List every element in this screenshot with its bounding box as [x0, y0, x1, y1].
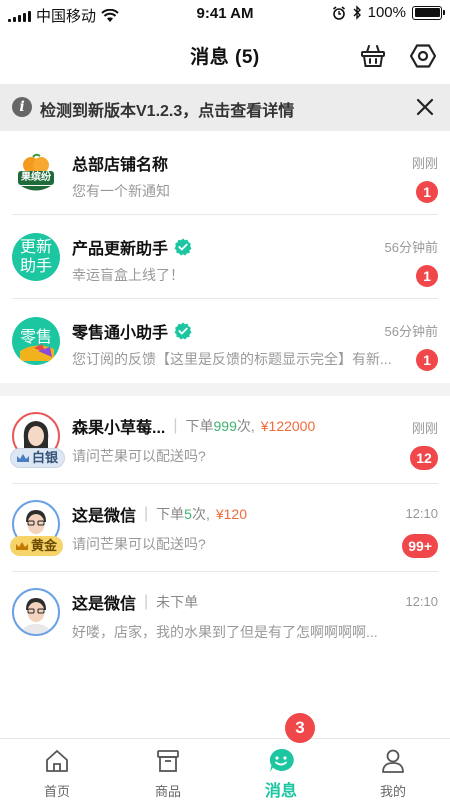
alarm-icon [332, 5, 345, 20]
tab-bar: 首页 商品 消息 我的 [0, 738, 450, 800]
crown-icon [16, 542, 28, 550]
section-divider [0, 383, 450, 396]
chat-time: 12:10 [405, 594, 438, 609]
tab-home[interactable]: 首页 [12, 747, 102, 800]
box-icon [157, 750, 179, 772]
chat-name: 森果小草莓... [72, 420, 166, 437]
row-title-text: 总部店铺名称 [72, 157, 169, 174]
settings-button[interactable] [406, 39, 440, 73]
bluetooth-icon [353, 5, 361, 20]
banner-text: 检测到新版本V1.2.3，点击查看详情 [40, 103, 295, 120]
order-suffix: 次, [191, 506, 210, 522]
unread-badge: 1 [416, 349, 438, 371]
order-prefix: 下单 [185, 418, 214, 434]
chat-message: 好喽，店家，我的水果到了但是有了怎啊啊啊啊... [72, 624, 378, 640]
crown-icon [17, 454, 29, 462]
tab-profile[interactable]: 我的 [348, 747, 438, 800]
update-assistant-avatar: 更新 助手 [12, 233, 60, 281]
order-count: 下单999次, [186, 416, 255, 436]
row-subtitle: 幸运盲盒上线了！ [72, 267, 184, 283]
row-time: 56分钟前 [384, 324, 438, 339]
row-title: 零售通小助手 [72, 319, 192, 343]
row-title: 总部店铺名称 [72, 151, 168, 175]
list-item[interactable]: 更新 助手 产品更新助手 幸运盲盒上线了！ 56分钟前 1 [0, 215, 450, 299]
unread-badge: 12 [410, 446, 438, 470]
avatar-text: 果缤纷 [21, 172, 51, 183]
male-avatar-icon [20, 598, 52, 634]
close-icon [416, 98, 434, 116]
order-count: 下单5次, [156, 504, 210, 524]
chat-name: 这是微信 [72, 596, 137, 613]
user-icon [382, 749, 404, 773]
basket-icon [361, 45, 385, 67]
unread-badge: 1 [416, 181, 438, 203]
chat-message: 请问芒果可以配送吗? [72, 448, 206, 464]
retail-assistant-avatar: 零售 [12, 317, 60, 365]
battery-percent: 100% [367, 4, 406, 21]
row-title-text: 产品更新助手 [72, 241, 169, 258]
tab-label: 首页 [43, 784, 70, 799]
row-time: 刚刚 [411, 156, 438, 171]
chat-meta: 森果小草莓... | 下单999次, ¥122000 [72, 414, 315, 438]
meta-separator: | [173, 417, 178, 434]
update-banner[interactable]: i 检测到新版本V1.2.3，点击查看详情 [0, 84, 450, 131]
basket-button[interactable] [356, 39, 390, 73]
row-time: 56分钟前 [384, 240, 438, 255]
status-bar: 中国移动 9:41 AM 100% [0, 0, 450, 28]
row-subtitle: 您订阅的反馈【这里是反馈的标题显示完全】有新... [72, 351, 392, 367]
row-title-text: 零售通小助手 [72, 325, 169, 342]
order-number: 999 [213, 418, 237, 434]
row-title: 产品更新助手 [72, 235, 192, 259]
order-count: 未下单 [156, 592, 198, 612]
battery-icon [412, 5, 445, 20]
level-badge-silver: 白银 [10, 448, 66, 468]
header: 消息 (5) [0, 28, 450, 84]
level-label: 黄金 [31, 538, 58, 553]
home-icon [46, 750, 68, 772]
verified-icon [174, 322, 192, 340]
verified-icon [174, 238, 192, 256]
level-label: 白银 [32, 450, 59, 465]
tab-products[interactable]: 商品 [123, 747, 213, 800]
chat-meta: 这是微信 | 下单5次, ¥120 [72, 502, 247, 526]
meta-separator: | [144, 505, 149, 522]
chat-list: 白银 森果小草莓... | 下单999次, ¥122000 请问芒果可以配送吗?… [0, 396, 450, 660]
list-item[interactable]: 果缤纷 总部店铺名称 您有一个新通知 刚刚 1 [0, 131, 450, 215]
banner-close-button[interactable] [412, 94, 438, 120]
chat-meta: 这是微信 | 未下单 [72, 590, 198, 614]
chat-message: 请问芒果可以配送吗? [72, 536, 206, 552]
order-prefix: 未下单 [156, 594, 199, 610]
info-icon: i [12, 97, 32, 117]
meta-separator: | [144, 593, 149, 610]
tab-label: 商品 [154, 784, 181, 799]
unread-badge: 99+ [402, 534, 438, 558]
chat-row[interactable]: 这是微信 | 未下单 好喽，店家，我的水果到了但是有了怎啊啊啊啊... 12:1… [0, 572, 450, 660]
tab-messages[interactable]: 消息 [236, 747, 326, 800]
tab-unread-badge: 3 [285, 713, 315, 743]
status-right: 100% [332, 4, 445, 21]
chat-time: 12:10 [405, 506, 438, 521]
avatar-text: 更新 助手 [19, 239, 52, 275]
chat-row[interactable]: 白银 森果小草莓... | 下单999次, ¥122000 请问芒果可以配送吗?… [0, 396, 450, 484]
tab-label: 消息 [264, 783, 297, 800]
settings-hex-icon [410, 44, 436, 68]
chat-time: 刚刚 [411, 421, 438, 436]
customer-avatar [12, 588, 60, 636]
message-icon [269, 748, 294, 772]
avatar-text: 零售 [19, 329, 52, 346]
order-prefix: 下单 [156, 506, 185, 522]
tab-label: 我的 [379, 784, 406, 799]
row-subtitle: 您有一个新通知 [72, 183, 170, 199]
order-suffix: 次, [236, 418, 255, 434]
system-message-list: 果缤纷 总部店铺名称 您有一个新通知 刚刚 1 更新 助手 产品更新助手 幸运盲… [0, 131, 450, 383]
store-avatar: 果缤纷 [12, 149, 60, 197]
chat-row[interactable]: 黄金 这是微信 | 下单5次, ¥120 请问芒果可以配送吗? 12:10 99… [0, 484, 450, 572]
order-amount: ¥120 [215, 506, 248, 522]
unread-badge: 1 [416, 265, 438, 287]
level-badge-gold: 黄金 [10, 536, 64, 556]
list-item[interactable]: 零售 零售通小助手 您订阅的反馈【这里是反馈的标题显示完全】有新... 56分钟… [0, 299, 450, 383]
order-number: 5 [184, 506, 192, 522]
chat-name: 这是微信 [72, 508, 137, 525]
order-amount: ¥122000 [260, 418, 316, 434]
